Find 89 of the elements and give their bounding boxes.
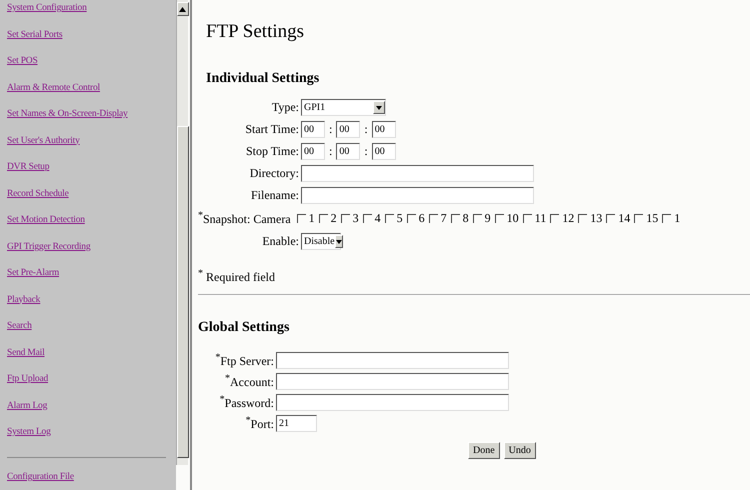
field-label: Stop Time:	[244, 144, 300, 159]
checkbox[interactable]	[428, 214, 438, 223]
field-label: Directory:	[248, 166, 300, 181]
nav-link[interactable]: GPI Trigger Recording	[7, 240, 176, 254]
nav-link[interactable]: Set POS	[7, 55, 176, 68]
field-label: Enable:	[261, 234, 300, 249]
field-label: Start Time:	[244, 122, 300, 137]
up-arrow-icon	[179, 6, 186, 12]
time-field[interactable]: 00	[372, 143, 396, 160]
form-button[interactable]: Done	[468, 442, 500, 459]
nav-link[interactable]: Set User's Authority	[7, 134, 176, 148]
checkbox[interactable]	[522, 214, 532, 223]
checkbox-label: 3	[352, 211, 359, 226]
scroll-up-button[interactable]	[176, 2, 188, 16]
nav-link[interactable]: Ftp Upload	[7, 373, 176, 386]
field-label: Type:	[270, 100, 300, 115]
checkbox[interactable]	[662, 214, 672, 223]
nav-link[interactable]: Alarm Log	[7, 400, 176, 412]
dropdown[interactable]: GPI1	[301, 99, 386, 116]
field-label: $^{*}$Account:	[224, 373, 275, 390]
time-field[interactable]: 00	[372, 121, 396, 138]
checkbox-label: 7	[440, 211, 447, 226]
time-field[interactable]: 00	[336, 121, 360, 138]
nav-link[interactable]: Playback	[7, 294, 176, 306]
form-button[interactable]: Undo	[504, 442, 536, 459]
checkbox-label: 11	[534, 211, 546, 226]
scrollbar[interactable]	[176, 0, 188, 465]
required-note: $^{*}$ Required field	[198, 268, 276, 285]
checkbox-label: 12	[562, 211, 574, 226]
checkbox[interactable]	[340, 214, 350, 223]
checkbox-label: 1	[674, 211, 680, 226]
nav-link[interactable]: System Configuration	[7, 2, 176, 15]
checkbox-label: 15	[646, 211, 658, 226]
time-separator: :	[329, 122, 332, 137]
checkbox-label: 4	[374, 211, 381, 226]
field-label: Filename:	[250, 188, 300, 203]
checkbox-label: 13	[590, 211, 602, 226]
time-separator: :	[364, 122, 368, 137]
page-title: FTP Settings	[206, 21, 306, 43]
checkbox[interactable]	[318, 214, 328, 223]
field-label: $^{*}$Snapshot: Camera	[198, 210, 292, 227]
checkbox[interactable]	[296, 214, 306, 223]
text-field[interactable]	[301, 187, 534, 204]
checkbox-label: 2	[330, 211, 337, 226]
checkbox[interactable]	[578, 214, 588, 223]
checkbox-label: 14	[618, 211, 630, 226]
checkbox-label: 8	[462, 211, 469, 226]
field-label: $^{*}$Ftp Server:	[214, 352, 275, 369]
nav-link[interactable]: Configuration File	[7, 472, 74, 482]
time-field[interactable]: 00	[301, 121, 325, 138]
input-field[interactable]	[276, 352, 509, 369]
time-field[interactable]: 00	[301, 143, 325, 160]
nav-link[interactable]: Send Mail	[7, 346, 176, 360]
checkbox[interactable]	[550, 214, 560, 223]
nav-link[interactable]: System Log	[7, 426, 176, 439]
nav-link[interactable]: Set Pre-Alarm	[7, 267, 176, 280]
section-heading: Global Settings	[198, 320, 290, 336]
field-label: $^{*}$Password:	[218, 394, 275, 411]
time-separator: :	[329, 144, 332, 159]
checkbox[interactable]	[606, 214, 616, 223]
password-field[interactable]	[276, 394, 509, 411]
nav-link[interactable]: Set Serial Ports	[7, 28, 176, 42]
nav-link[interactable]: Set Names & On-Screen-Display	[7, 108, 176, 121]
checkbox-label: 1	[308, 211, 315, 226]
text-field[interactable]	[301, 165, 534, 182]
nav-link[interactable]: Record Schedule	[7, 188, 176, 200]
checkbox[interactable]	[472, 214, 482, 223]
nav-link[interactable]: Alarm & Remote Control	[7, 82, 176, 94]
nav-link[interactable]: DVR Setup	[7, 161, 176, 174]
nav-link[interactable]: Search	[7, 320, 176, 333]
checkbox[interactable]	[494, 214, 504, 223]
section-heading: Individual Settings	[206, 71, 320, 87]
checkbox-label: 5	[396, 211, 403, 226]
scroll-thumb[interactable]	[176, 126, 188, 458]
nav-link[interactable]: Set Motion Detection	[7, 214, 176, 227]
dropdown[interactable]: Disable	[301, 233, 341, 250]
checkbox[interactable]	[362, 214, 372, 223]
checkbox-label: 6	[418, 211, 425, 226]
checkbox[interactable]	[450, 214, 460, 223]
checkbox-label: 10	[506, 211, 519, 226]
checkbox[interactable]	[406, 214, 416, 223]
checkbox[interactable]	[384, 214, 394, 223]
time-separator: :	[364, 144, 368, 159]
input-field[interactable]: 21	[276, 415, 317, 432]
time-field[interactable]: 00	[336, 143, 360, 160]
checkbox[interactable]	[634, 214, 644, 223]
checkbox-label: 9	[484, 211, 491, 226]
input-field[interactable]	[276, 373, 509, 390]
field-label: $^{*}$Port:	[244, 415, 275, 432]
